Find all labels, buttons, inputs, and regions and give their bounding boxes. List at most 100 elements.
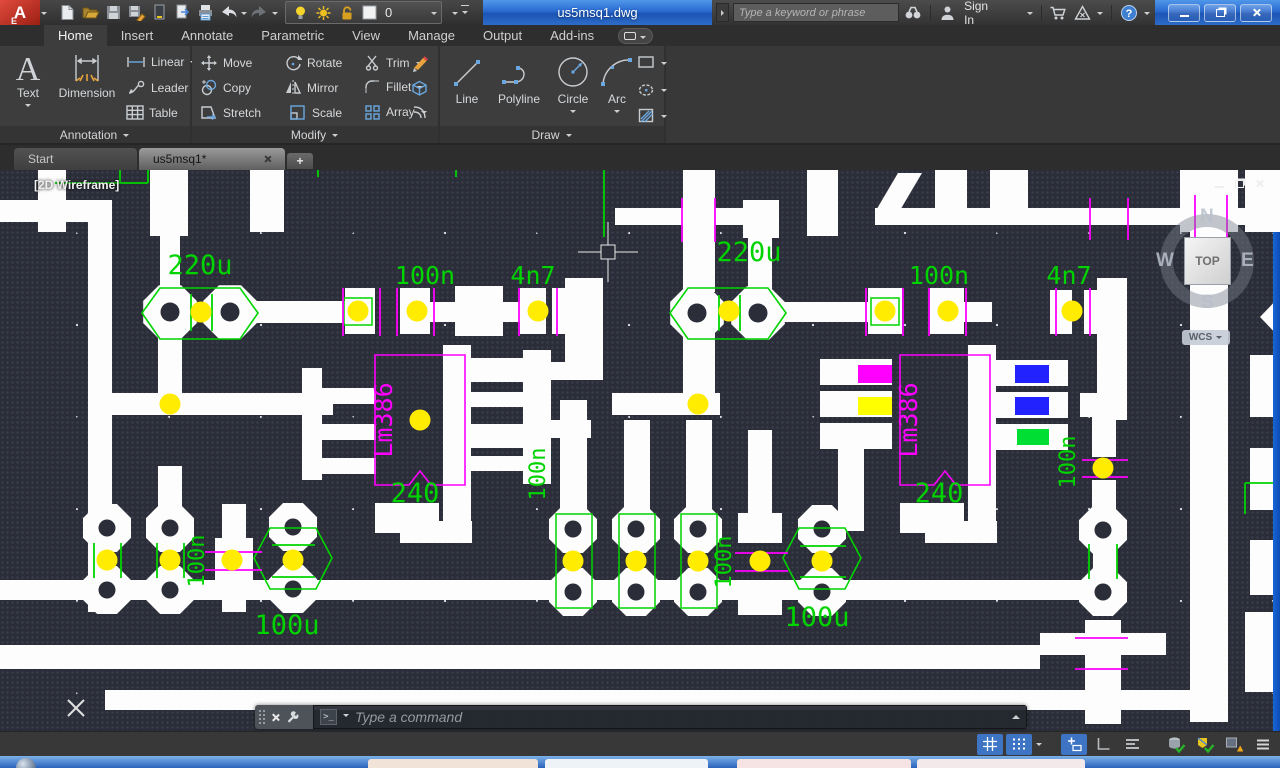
command-prompt-icon[interactable]: >_ xyxy=(320,709,337,725)
tab-insert[interactable]: Insert xyxy=(107,25,168,46)
drawing-minimize-icon[interactable] xyxy=(1215,186,1224,188)
linear-button[interactable]: Linear xyxy=(126,55,197,69)
signin-avatar[interactable] xyxy=(938,2,956,23)
layer-freeze-toggle[interactable] xyxy=(313,2,334,23)
rectangle-tool-button[interactable] xyxy=(638,56,668,69)
save-button[interactable] xyxy=(103,2,124,23)
explode-button[interactable] xyxy=(410,79,429,97)
command-line[interactable]: >_ Type a command xyxy=(255,705,1027,729)
transfer-button[interactable] xyxy=(149,2,170,23)
search-input[interactable] xyxy=(733,3,899,22)
file-tab-close-icon[interactable] xyxy=(263,155,271,163)
wcs-menu[interactable]: WCS xyxy=(1182,330,1230,345)
taskbar-app-4[interactable] xyxy=(917,759,1085,768)
mirror-button[interactable]: Mirror xyxy=(284,79,338,96)
viewcube-north[interactable]: N xyxy=(1200,206,1214,228)
customization-menu[interactable] xyxy=(1250,734,1276,755)
ribbon-collapse-button[interactable] xyxy=(618,28,653,44)
undo-button[interactable] xyxy=(218,2,239,23)
circle-button[interactable]: Circle xyxy=(550,52,596,116)
store-button[interactable] xyxy=(1049,2,1067,23)
restore-button[interactable] xyxy=(1204,4,1236,22)
polyline-button[interactable]: Polyline xyxy=(490,52,548,106)
tab-parametric[interactable]: Parametric xyxy=(247,25,338,46)
rotate-button[interactable]: Rotate xyxy=(284,54,342,72)
search-button[interactable] xyxy=(904,2,922,23)
drawing-restore-icon[interactable] xyxy=(1235,180,1244,188)
command-history-icon[interactable] xyxy=(343,714,349,720)
layer-dropdown-icon[interactable] xyxy=(431,12,437,18)
qat-customize-icon[interactable] xyxy=(462,11,468,17)
app-menu-arrow-icon[interactable] xyxy=(41,12,47,18)
viewcube-west[interactable]: W xyxy=(1156,250,1174,272)
file-tab-start[interactable]: Start xyxy=(14,148,137,170)
tab-addins[interactable]: Add-ins xyxy=(536,25,608,46)
minimize-button[interactable] xyxy=(1168,4,1200,22)
tab-view[interactable]: View xyxy=(338,25,394,46)
drawing-close-icon[interactable] xyxy=(1255,179,1264,188)
tab-home[interactable]: Home xyxy=(44,25,107,46)
app-menu-button[interactable]: A xyxy=(0,0,40,25)
annotation-monitor-toggle[interactable] xyxy=(1119,734,1145,755)
wrench-icon[interactable] xyxy=(286,711,299,724)
panel-modify-footer[interactable]: Modify xyxy=(192,126,438,143)
viewport-control-label[interactable]: [2D Wireframe] xyxy=(34,178,119,192)
file-tab-document[interactable]: us5msq1* xyxy=(139,148,285,170)
command-close-icon[interactable] xyxy=(271,713,280,722)
erase-button[interactable] xyxy=(410,54,430,72)
stretch-button[interactable]: Stretch xyxy=(200,104,261,121)
redo-button[interactable] xyxy=(249,2,270,23)
offset-button[interactable] xyxy=(410,104,429,121)
layer-color-swatch[interactable] xyxy=(359,2,380,23)
table-button[interactable]: Table xyxy=(126,105,178,120)
save-as-button[interactable] xyxy=(126,2,147,23)
copy-button[interactable]: Copy xyxy=(200,79,251,97)
drawing-canvas[interactable]: 220u100n4n7220u100n4n7Lm386Lm38624024010… xyxy=(0,170,1280,731)
data-link-indicator[interactable] xyxy=(1163,734,1189,755)
layer-lock-toggle[interactable] xyxy=(336,2,357,23)
tab-manage[interactable]: Manage xyxy=(394,25,469,46)
layer-on-toggle[interactable] xyxy=(290,2,311,23)
exchange-apps-button[interactable] xyxy=(1073,2,1091,23)
ortho-toggle[interactable] xyxy=(1090,734,1116,755)
signin-dropdown-icon[interactable] xyxy=(1027,12,1033,18)
redo-dropdown-icon[interactable] xyxy=(272,12,278,18)
taskbar-app-2[interactable] xyxy=(545,759,708,768)
qat-more-icon[interactable] xyxy=(452,12,458,18)
close-button[interactable] xyxy=(1240,4,1272,22)
grid-toggle[interactable] xyxy=(977,734,1003,755)
command-input[interactable]: >_ Type a command xyxy=(313,705,1027,729)
dynamic-input-toggle[interactable] xyxy=(1061,734,1087,755)
drag-handle-icon[interactable] xyxy=(258,709,265,725)
help-button[interactable]: ? xyxy=(1120,2,1138,23)
undo-dropdown-icon[interactable] xyxy=(241,12,247,18)
help-dropdown-icon[interactable] xyxy=(1144,12,1150,18)
viewcube-top-face[interactable]: TOP xyxy=(1185,238,1230,284)
taskbar-app-1[interactable] xyxy=(368,759,538,768)
viewcube-south[interactable]: S xyxy=(1201,292,1214,314)
tab-output[interactable]: Output xyxy=(469,25,536,46)
taskbar-app-3[interactable] xyxy=(737,759,911,768)
exchange-dropdown-icon[interactable] xyxy=(1097,12,1103,18)
annotation-autoscale-toggle[interactable] xyxy=(1221,734,1247,755)
text-button[interactable]: A Text xyxy=(6,50,50,110)
start-orb-icon[interactable] xyxy=(16,758,36,768)
tab-annotate[interactable]: Annotate xyxy=(167,25,247,46)
new-file-button[interactable] xyxy=(57,2,78,23)
command-expand-icon[interactable] xyxy=(1012,711,1020,719)
print-button[interactable] xyxy=(195,2,216,23)
panel-draw-footer[interactable]: Draw xyxy=(440,126,664,143)
scale-button[interactable]: Scale xyxy=(284,104,342,121)
move-button[interactable]: Move xyxy=(200,54,252,72)
snap-toggle[interactable] xyxy=(1006,734,1032,755)
annotation-visibility-toggle[interactable] xyxy=(1192,734,1218,755)
arc-button[interactable]: Arc xyxy=(598,52,636,116)
viewcube-east[interactable]: E xyxy=(1241,250,1254,272)
open-file-button[interactable] xyxy=(80,2,101,23)
line-button[interactable]: Line xyxy=(446,52,488,106)
plot-preview-button[interactable] xyxy=(172,2,193,23)
snap-dropdown-icon[interactable] xyxy=(1036,743,1042,749)
ellipse-tool-button[interactable] xyxy=(638,83,668,97)
leader-button[interactable]: Leader xyxy=(126,80,201,95)
dimension-button[interactable]: Dimension xyxy=(52,52,122,100)
